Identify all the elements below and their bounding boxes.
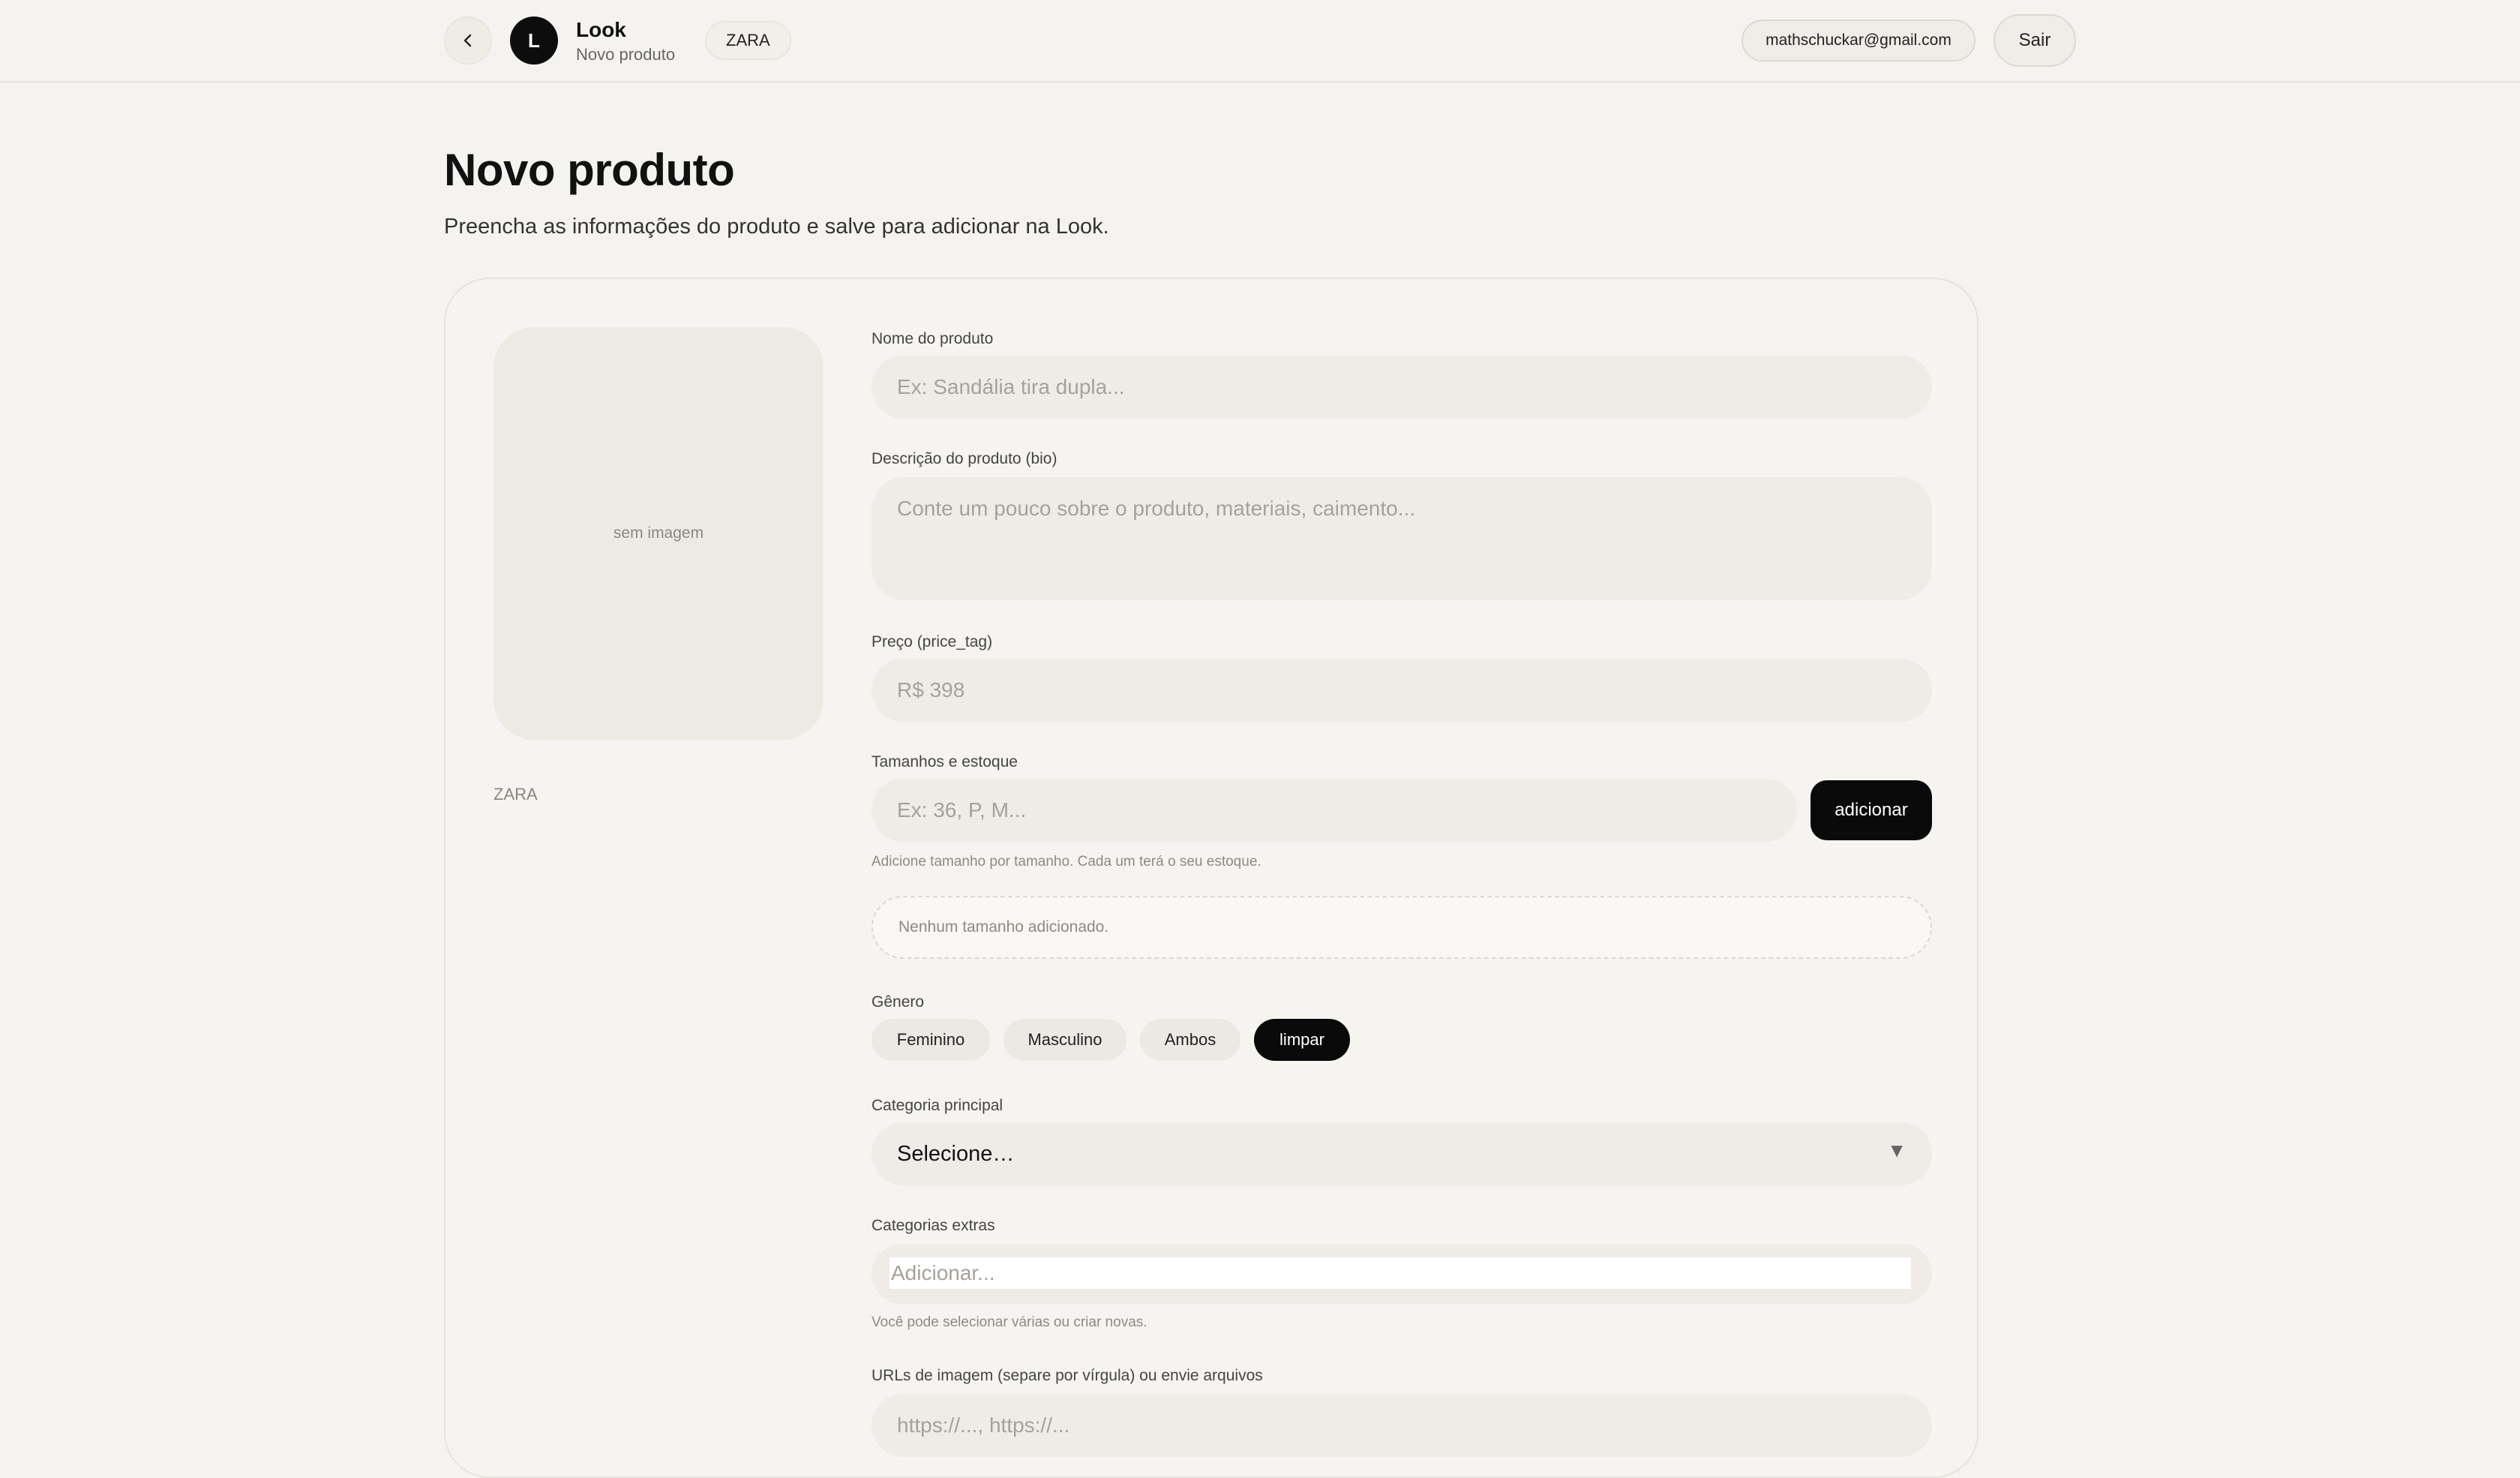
- image-urls-input[interactable]: https://..., https://...: [872, 1394, 1932, 1457]
- brand-subtitle: Novo produto: [576, 45, 676, 64]
- user-email-chip: mathschuckar@gmail.com: [1742, 20, 1976, 62]
- price-input[interactable]: R$ 398: [872, 659, 1932, 722]
- product-name-label: Nome do produto: [872, 330, 994, 347]
- sizes-helper-text: Adicione tamanho por tamanho. Cada um te…: [872, 854, 1262, 870]
- extra-categories-field: [872, 1244, 1932, 1304]
- page-subtitle: Preencha as informações do produto e sal…: [444, 215, 1109, 239]
- caret-down-icon: ▼: [1887, 1139, 1906, 1161]
- sizes-label: Tamanhos e estoque: [872, 753, 1018, 771]
- chevron-left-icon: [464, 34, 472, 47]
- image-urls-label: URLs de imagem (separe por vírgula) ou e…: [872, 1367, 1263, 1384]
- gender-label: Gênero: [872, 993, 925, 1011]
- main-category-selected: Selecione…: [897, 1141, 1015, 1166]
- image-preview[interactable]: sem imagem: [494, 327, 824, 740]
- page-title: Novo produto: [444, 145, 735, 195]
- top-bar: L Look Novo produto ZARA mathschuckar@gm…: [0, 0, 2520, 83]
- sizes-empty-state: Nenhum tamanho adicionado.: [872, 896, 1932, 959]
- description-textarea[interactable]: Conte um pouco sobre o produto, materiai…: [872, 477, 1932, 600]
- description-label: Descrição do produto (bio): [872, 450, 1058, 467]
- add-size-button[interactable]: adicionar: [1810, 780, 1932, 840]
- brand-title: Look: [576, 18, 626, 41]
- main-category-select[interactable]: Selecione… ▼: [872, 1122, 1932, 1185]
- sizes-empty-text: Nenhum tamanho adicionado.: [898, 918, 1109, 936]
- extra-categories-label: Categorias extras: [872, 1217, 995, 1234]
- preview-brand-label: ZARA: [494, 785, 538, 804]
- gender-option-feminino[interactable]: Feminino: [872, 1019, 990, 1061]
- logout-button[interactable]: Sair: [1994, 14, 2076, 67]
- gender-clear-button[interactable]: limpar: [1254, 1019, 1350, 1061]
- product-name-input[interactable]: Ex: Sandália tira dupla...: [872, 356, 1932, 419]
- main-category-label: Categoria principal: [872, 1097, 1004, 1114]
- no-image-text: sem imagem: [613, 524, 704, 542]
- store-chip[interactable]: ZARA: [705, 21, 791, 60]
- gender-option-ambos[interactable]: Ambos: [1140, 1019, 1240, 1061]
- back-button[interactable]: [444, 17, 492, 65]
- brand-avatar: L: [510, 17, 558, 65]
- size-input[interactable]: Ex: 36, P, M...: [872, 779, 1797, 842]
- extra-categories-helper: Você pode selecionar várias ou criar nov…: [872, 1314, 1148, 1330]
- gender-option-masculino[interactable]: Masculino: [1004, 1019, 1126, 1061]
- price-label: Preço (price_tag): [872, 633, 993, 650]
- extra-categories-input[interactable]: [890, 1257, 1911, 1289]
